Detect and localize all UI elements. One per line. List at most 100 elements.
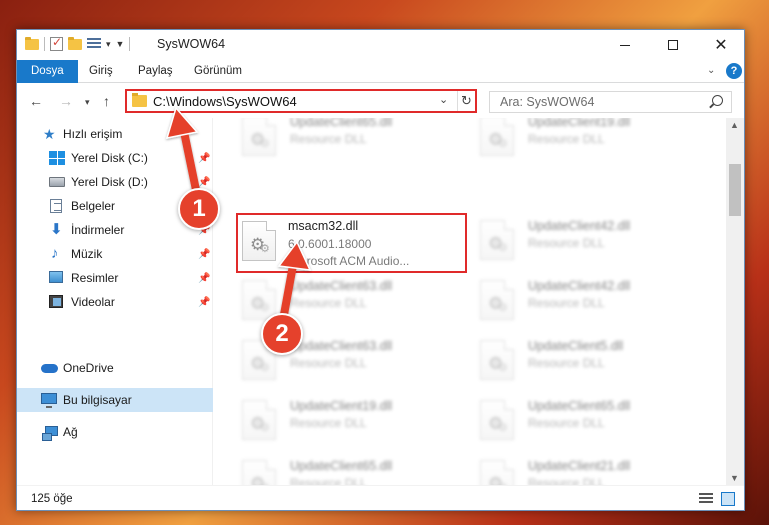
- maximize-button[interactable]: [650, 30, 696, 60]
- windows-disk-icon: [49, 151, 65, 165]
- address-bar[interactable]: C:\Windows\SysWOW64 ⌄ ↻: [125, 89, 477, 113]
- search-icon[interactable]: [712, 95, 723, 106]
- navigation-pane: ★ Hızlı erişim Yerel Disk (C:) 📌 Yerel D…: [17, 118, 213, 485]
- item-count: 125 öğe: [31, 493, 73, 505]
- scroll-down-icon[interactable]: ▼: [730, 473, 739, 483]
- file-item[interactable]: ⚙ ⚙ UpdateClient5.dll Resource DLL: [456, 336, 686, 388]
- file-item[interactable]: ⚙ ⚙ UpdateClient42.dll Resource DLL: [456, 276, 686, 328]
- scroll-thumb[interactable]: [729, 164, 741, 216]
- file-list: ⚙ ⚙ UpdateClient65.dll Resource DLL ⚙ ⚙ ms…: [214, 118, 726, 485]
- help-icon[interactable]: ?: [726, 63, 742, 79]
- folder-icon[interactable]: [25, 36, 39, 50]
- up-arrow-icon[interactable]: ↑: [103, 93, 110, 109]
- disk-icon: [49, 177, 65, 187]
- file-version: 6.0.6001.18000: [288, 237, 372, 251]
- new-folder-icon[interactable]: [68, 36, 82, 50]
- file-item[interactable]: ⚙⚙ UpdateClient65.dll Resource DLL: [456, 396, 686, 448]
- file-item[interactable]: ⚙ ⚙ UpdateClient19.dll Resource DLL: [456, 118, 686, 164]
- file-description: Resource DLL: [290, 356, 367, 370]
- tab-view[interactable]: Görünüm: [194, 60, 242, 83]
- rename-icon[interactable]: [87, 38, 101, 50]
- forward-arrow-icon[interactable]: →: [59, 93, 73, 109]
- step-badge-2: 2: [261, 313, 303, 355]
- chevron-down-icon[interactable]: ▾: [106, 39, 111, 50]
- title-bar: ▾ ▼ SysWOW64 ✕: [17, 30, 744, 60]
- file-name: UpdateClient19.dll: [528, 118, 631, 129]
- status-bar: 125 öğe: [17, 485, 744, 510]
- file-description: Resource DLL: [528, 476, 605, 485]
- documents-icon: [50, 199, 62, 213]
- sidebar-item-label: Belgeler: [71, 199, 116, 213]
- properties-check-icon[interactable]: [50, 35, 63, 51]
- minimize-button[interactable]: [602, 30, 648, 60]
- tab-share[interactable]: Paylaş: [138, 60, 173, 83]
- sidebar-item-label: Ağ: [63, 425, 78, 439]
- pin-icon[interactable]: 📌: [198, 177, 210, 188]
- vertical-scrollbar[interactable]: ▲ ▼: [726, 118, 744, 485]
- quick-access-toolbar: ▾ ▼: [25, 35, 131, 51]
- sidebar-item-pictures[interactable]: Resimler 📌: [17, 266, 213, 290]
- recent-locations-icon[interactable]: ▾: [85, 97, 90, 108]
- file-item[interactable]: ⚙ ⚙ UpdateClient63.dll Resource DLL: [218, 336, 448, 388]
- sidebar-item-videos[interactable]: Videolar 📌: [17, 290, 213, 314]
- dll-file-icon: ⚙⚙: [242, 221, 276, 261]
- sidebar-item-music[interactable]: ♪ Müzik 📌: [17, 242, 213, 266]
- details-view-icon[interactable]: [699, 493, 713, 505]
- file-item[interactable]: ⚙ ⚙ UpdateClient63.dll Resource DLL: [218, 276, 448, 328]
- scroll-up-icon[interactable]: ▲: [730, 120, 739, 130]
- file-name: UpdateClient65.dll: [290, 118, 393, 129]
- file-item[interactable]: ⚙⚙ UpdateClient21.dll Resource DLL: [456, 456, 686, 485]
- sidebar-item-label: İndirmeler: [71, 223, 125, 237]
- chevron-down-icon[interactable]: ⌄: [439, 93, 448, 106]
- sidebar-item-network[interactable]: Ağ: [17, 420, 213, 444]
- pin-icon[interactable]: 📌: [198, 273, 210, 284]
- tab-file[interactable]: Dosya: [17, 60, 78, 83]
- file-name: UpdateClient65.dll: [290, 459, 393, 473]
- file-item-msacm32[interactable]: ⚙ ⚙ msacm32.dll 6.0.6001.18000 Microsoft …: [236, 213, 467, 273]
- tab-home[interactable]: Giriş: [89, 60, 113, 83]
- sidebar-item-quick-access[interactable]: ★ Hızlı erişim: [17, 122, 213, 146]
- dll-file-icon: ⚙⚙: [480, 280, 514, 320]
- file-item[interactable]: ⚙⚙ UpdateClient65.dll Resource DLL: [218, 118, 448, 164]
- pictures-icon: [49, 271, 63, 283]
- file-description: Resource DLL: [528, 236, 605, 250]
- sidebar-item-label: Bu bilgisayar: [63, 393, 132, 407]
- file-description: Resource DLL: [528, 132, 605, 146]
- sidebar-item-label: Yerel Disk (D:): [71, 175, 148, 189]
- pin-icon[interactable]: 📌: [198, 153, 210, 164]
- sidebar-item-this-pc[interactable]: Bu bilgisayar: [17, 388, 213, 412]
- file-item[interactable]: ⚙ ⚙ UpdateClient19.dll Resource DLL: [218, 396, 448, 448]
- this-pc-icon: [41, 393, 57, 408]
- refresh-icon[interactable]: ↻: [457, 91, 475, 111]
- sidebar-item-onedrive[interactable]: OneDrive: [17, 356, 213, 380]
- file-description: Resource DLL: [528, 416, 605, 430]
- separator: [129, 37, 131, 51]
- file-description: Resource DLL: [290, 476, 367, 485]
- expand-ribbon-icon[interactable]: ⌄: [707, 65, 715, 76]
- file-item[interactable]: ⚙⚙ UpdateClient65.dll Resource DLL: [218, 456, 448, 485]
- navigation-bar: ← → ▾ ↑ C:\Windows\SysWOW64 ⌄ ↻ Ara: Sys…: [17, 84, 744, 118]
- file-name: UpdateClient21.dll: [528, 459, 631, 473]
- file-name: UpdateClient19.dll: [290, 399, 393, 413]
- onedrive-icon: [41, 364, 58, 373]
- close-button[interactable]: ✕: [698, 30, 744, 60]
- tiles-view-icon[interactable]: [721, 492, 735, 506]
- sidebar-item-local-disk-d[interactable]: Yerel Disk (D:) 📌: [17, 170, 213, 194]
- file-description: Resource DLL: [290, 296, 367, 310]
- ribbon-tabs: Dosya Giriş Paylaş Görünüm ⌄ ?: [17, 60, 744, 83]
- file-item[interactable]: ⚙ ⚙ UpdateClient42.dll Resource DLL: [456, 216, 686, 268]
- search-box[interactable]: Ara: SysWOW64: [489, 91, 732, 113]
- sidebar-item-local-disk-c[interactable]: Yerel Disk (C:) 📌: [17, 146, 213, 170]
- pin-icon[interactable]: 📌: [198, 249, 210, 260]
- back-arrow-icon[interactable]: ←: [29, 93, 43, 109]
- maximize-icon: [668, 40, 678, 50]
- address-path[interactable]: C:\Windows\SysWOW64: [153, 94, 297, 109]
- file-name: msacm32.dll: [288, 219, 359, 233]
- search-placeholder[interactable]: Ara: SysWOW64: [500, 95, 594, 109]
- customize-toolbar-icon[interactable]: ▼: [116, 39, 125, 49]
- sidebar-item-label: Müzik: [71, 247, 103, 261]
- pin-icon[interactable]: 📌: [198, 297, 210, 308]
- dll-file-icon: ⚙⚙: [242, 118, 276, 156]
- window-title: SysWOW64: [157, 37, 226, 51]
- separator: [44, 37, 45, 51]
